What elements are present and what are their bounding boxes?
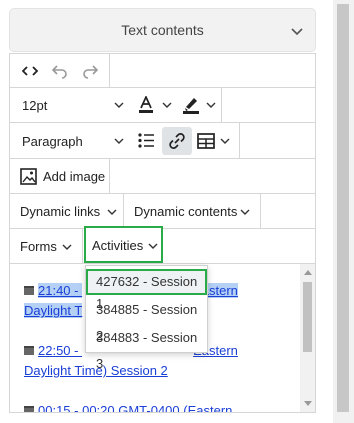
redo-icon[interactable] — [82, 63, 98, 79]
scroll-down-arrow-icon[interactable] — [304, 401, 312, 406]
toolbar-row-format: Paragraph — [10, 123, 315, 159]
dynamic-contents-label: Dynamic contents — [134, 204, 238, 219]
chevron-down-icon — [240, 209, 250, 215]
activities-label: Activities — [92, 238, 144, 253]
activity-option-session-2[interactable]: 384885 - Session 2 — [86, 297, 207, 343]
image-icon — [20, 168, 37, 185]
history-group — [10, 54, 110, 87]
session-link[interactable]: 21:40 - — [38, 283, 83, 298]
chevron-down-icon — [62, 244, 72, 250]
session-entry[interactable]: 00:15 - 00:20 GMT-0400 (Eastern — [24, 401, 294, 412]
text-contents-header[interactable]: Text contents — [9, 8, 316, 52]
forms-label: Forms — [20, 239, 57, 254]
page-scrollbar-thumb[interactable] — [337, 4, 349, 412]
activities-dropdown: 427632 - Session 1 384885 - Session 2 38… — [85, 265, 208, 371]
session-link[interactable]: 22:50 - — [38, 343, 82, 358]
toolbar-row-history — [10, 54, 315, 88]
toolbar-row-image: Add image — [10, 159, 315, 194]
session-link-line2[interactable]: Daylight T — [24, 303, 83, 318]
activities-menu-button[interactable]: Activities — [84, 226, 163, 263]
chevron-down-icon — [107, 209, 117, 215]
link-icon — [169, 133, 185, 149]
source-code-icon[interactable] — [22, 65, 38, 77]
font-size-select[interactable]: 12pt — [22, 98, 47, 113]
chevron-down-icon[interactable] — [291, 25, 303, 37]
text-color-icon[interactable] — [138, 96, 154, 114]
chevron-down-icon — [148, 243, 158, 249]
link-button[interactable] — [162, 127, 192, 155]
activity-option-session-1[interactable]: 427632 - Session 1 — [86, 269, 207, 311]
dynamic-contents-menu[interactable]: Dynamic contents — [124, 194, 261, 228]
calendar-icon — [24, 406, 34, 412]
session-link[interactable]: 00:15 - 00:20 GMT-0400 (Eastern — [38, 403, 232, 412]
forms-menu[interactable]: Forms — [10, 229, 83, 263]
chevron-down-icon[interactable] — [162, 101, 172, 109]
table-icon[interactable] — [197, 133, 215, 149]
toolbar-row-dynamic: Dynamic links Dynamic contents — [10, 194, 315, 229]
activity-option-session-3[interactable]: 384883 - Session 3 — [86, 325, 207, 371]
block-format-select[interactable]: Paragraph — [22, 134, 83, 149]
calendar-icon — [24, 286, 34, 295]
scroll-up-arrow-icon[interactable] — [304, 270, 312, 275]
calendar-icon — [24, 346, 34, 355]
chevron-down-icon[interactable] — [114, 137, 124, 145]
chevron-down-icon[interactable] — [220, 137, 230, 145]
content-scrollbar-thumb[interactable] — [303, 282, 312, 352]
add-image-button[interactable]: Add image — [10, 159, 110, 193]
format-group: Paragraph — [10, 123, 240, 158]
dynamic-links-menu[interactable]: Dynamic links — [10, 194, 124, 228]
chevron-down-icon[interactable] — [114, 101, 124, 109]
highlight-color-icon[interactable] — [182, 95, 200, 114]
toolbar-row-font: 12pt — [10, 88, 315, 123]
panel-title: Text contents — [121, 22, 204, 38]
undo-icon[interactable] — [52, 63, 68, 79]
bullet-list-icon[interactable] — [138, 133, 155, 148]
dynamic-links-label: Dynamic links — [20, 204, 101, 219]
add-image-label: Add image — [43, 169, 106, 184]
chevron-down-icon[interactable] — [206, 101, 216, 109]
font-group: 12pt — [10, 88, 222, 122]
